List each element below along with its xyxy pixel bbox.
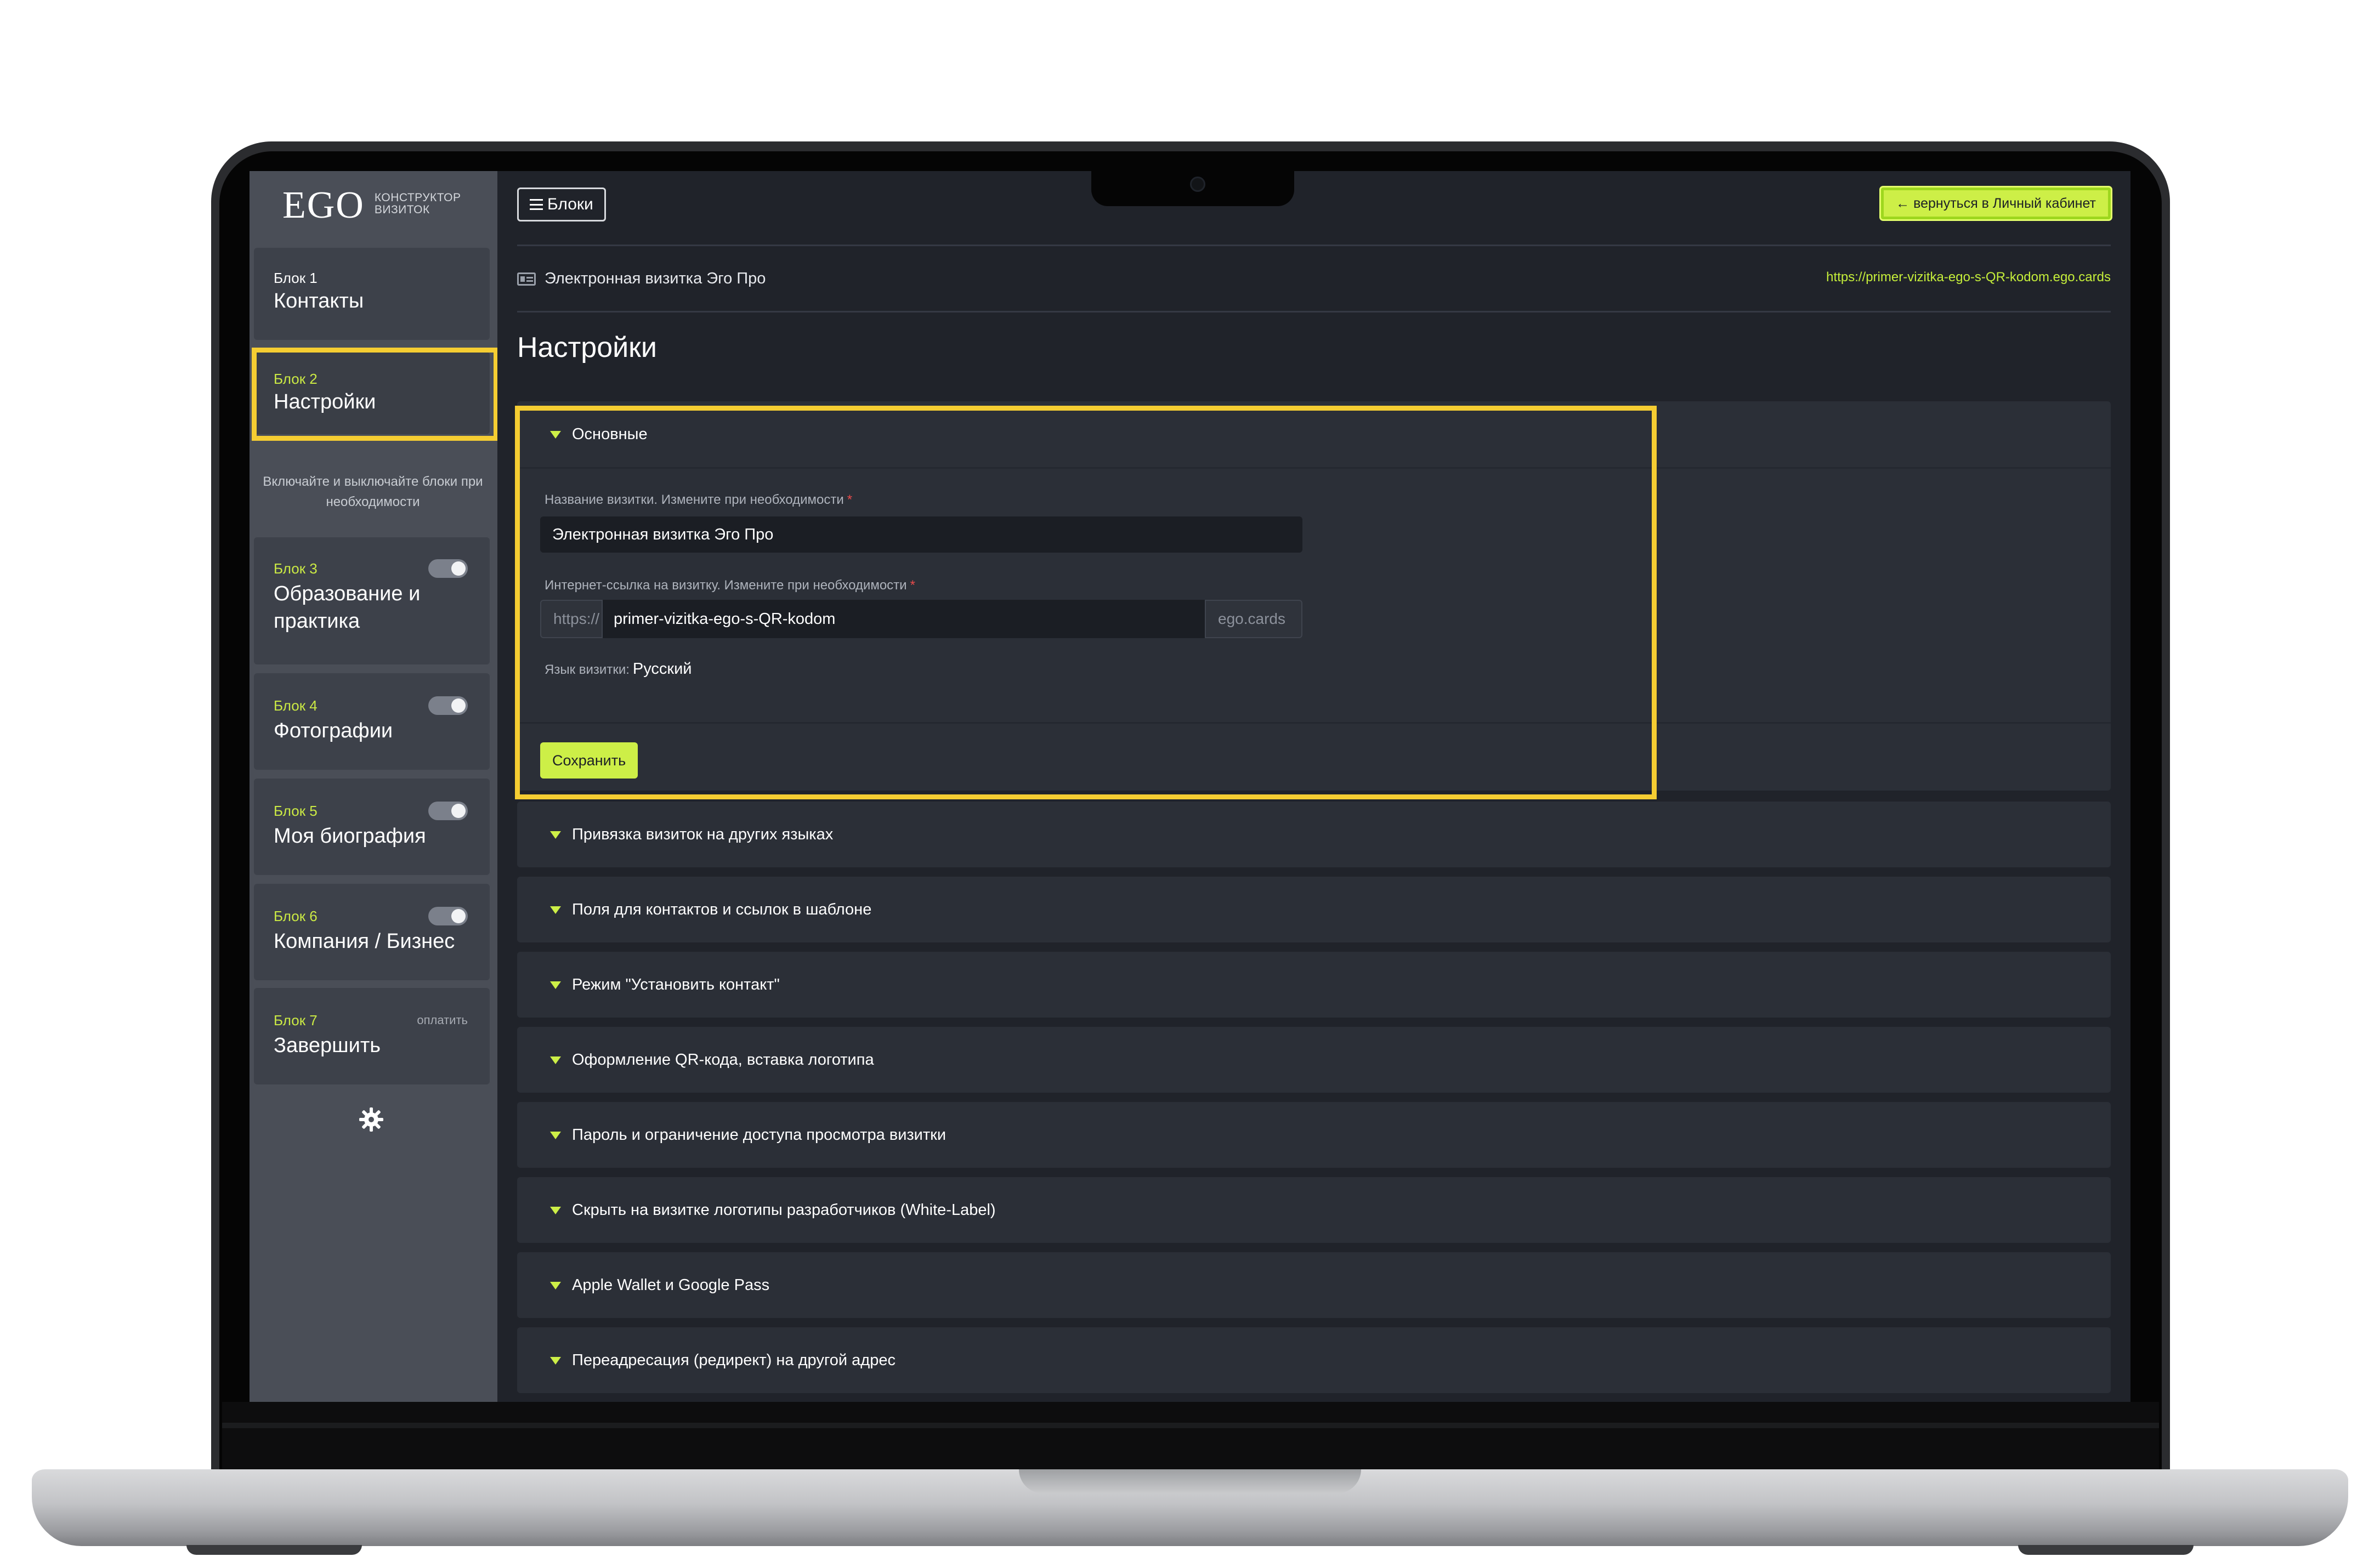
sidebar-item-education[interactable]: Блок 3 Образование и практика [254,537,490,664]
divider [517,311,2111,313]
block-toggle[interactable] [428,696,468,715]
highlight-frame-sidebar [252,348,498,441]
gear-icon[interactable] [355,1103,388,1136]
toggle-knob [451,909,466,923]
accordion-white-label[interactable]: Скрыть на визитке логотипы разработчиков… [517,1177,2111,1243]
laptop-foot-right [2018,1545,2194,1555]
accordion-label: Переадресация (редирект) на другой адрес [572,1351,896,1369]
accordion-qr-code[interactable]: Оформление QR-кода, вставка логотипа [517,1027,2111,1093]
accordion-label: Привязка визиток на других языках [572,826,834,843]
logo-subtitle-line1: КОНСТРУКТОР [374,191,461,204]
block-number: Блок 4 [274,697,318,714]
block-title: Контакты [274,289,364,313]
divider [517,245,2111,246]
block-toggle[interactable] [428,907,468,925]
accordion-label: Пароль и ограничение доступа просмотра в… [572,1126,947,1144]
accordion-label: Apple Wallet и Google Pass [572,1276,770,1294]
id-card-icon [517,272,536,286]
laptop-foot-left [186,1545,362,1555]
accordion-label: Режим "Установить контакт" [572,976,780,993]
caret-down-icon [550,906,561,914]
toggle-knob [451,804,466,818]
sidebar-item-company[interactable]: Блок 6 Компания / Бизнес [254,884,490,980]
toggle-knob [451,561,466,576]
camera-icon [1190,177,1205,192]
sidebar-item-contacts[interactable]: Блок 1 Контакты [254,248,490,340]
block-title: Завершить [274,1034,381,1057]
pay-badge[interactable]: оплатить [417,1013,468,1027]
sidebar-hint: Включайте и выключайте блоки при необход… [263,474,483,510]
block-title: Образование и практика [274,582,421,633]
laptop-chin [222,1402,2159,1479]
block-toggle[interactable] [428,559,468,578]
block-number: Блок 7 [274,1012,318,1029]
caret-down-icon [550,831,561,839]
accordion-wallet[interactable]: Apple Wallet и Google Pass [517,1252,2111,1318]
block-title: Моя биография [274,825,426,848]
caret-down-icon [550,1357,561,1365]
accordion-language-links[interactable]: Привязка визиток на других языках [517,802,2111,867]
toggle-knob [451,698,466,713]
blocks-menu-button[interactable]: Блоки [517,188,606,221]
card-url-link[interactable]: https://primer-vizitka-ego-s-QR-kodom.eg… [1826,270,2111,285]
caret-down-icon [550,1282,561,1289]
block-toggle[interactable] [428,802,468,820]
card-header: Электронная визитка Эго Про [517,270,766,288]
block-number: Блок 3 [274,560,318,577]
highlight-frame-panel [515,406,1657,799]
sidebar-item-finish[interactable]: Блок 7 оплатить Завершить [254,988,490,1084]
accordion-contact-mode[interactable]: Режим "Установить контакт" [517,952,2111,1018]
card-title: Электронная визитка Эго Про [545,270,766,287]
laptop-opening-notch [1019,1469,1361,1493]
block-number: Блок 6 [274,908,318,924]
block-number: Блок 1 [274,270,318,286]
sidebar-item-photos[interactable]: Блок 4 Фотографии [254,673,490,770]
sidebar-item-biography[interactable]: Блок 5 Моя биография [254,779,490,875]
back-to-account-button[interactable]: ← вернуться в Личный кабинет [1881,188,2111,219]
accordion-label: Поля для контактов и ссылок в шаблоне [572,901,872,918]
logo-mark: EGO [282,184,365,226]
block-number: Блок 5 [274,803,318,819]
block-title: Фотографии [274,719,393,742]
logo-subtitle: КОНСТРУКТОР ВИЗИТОК [374,191,461,217]
block-title: Компания / Бизнес [274,930,455,953]
accordion-label: Оформление QR-кода, вставка логотипа [572,1051,874,1069]
topbar: Блоки ← вернуться в Личный кабинет [497,171,2130,242]
caret-down-icon [550,1207,561,1214]
caret-down-icon [550,1132,561,1139]
laptop-hinge [222,1423,2159,1428]
accordion-redirect[interactable]: Переадресация (редирект) на другой адрес [517,1327,2111,1393]
caret-down-icon [550,981,561,989]
accordion-password[interactable]: Пароль и ограничение доступа просмотра в… [517,1102,2111,1168]
menu-icon [530,199,543,210]
caret-down-icon [550,1056,561,1064]
page-title: Настройки [517,332,657,363]
logo-subtitle-line2: ВИЗИТОК [374,203,430,217]
logo[interactable]: EGO КОНСТРУКТОР ВИЗИТОК [282,186,461,225]
blocks-button-label: Блоки [547,195,593,213]
accordion-label: Скрыть на визитке логотипы разработчиков… [572,1201,996,1219]
accordion-contact-fields[interactable]: Поля для контактов и ссылок в шаблоне [517,877,2111,942]
sidebar: EGO КОНСТРУКТОР ВИЗИТОК Блок 1 Контакты … [250,171,498,1402]
